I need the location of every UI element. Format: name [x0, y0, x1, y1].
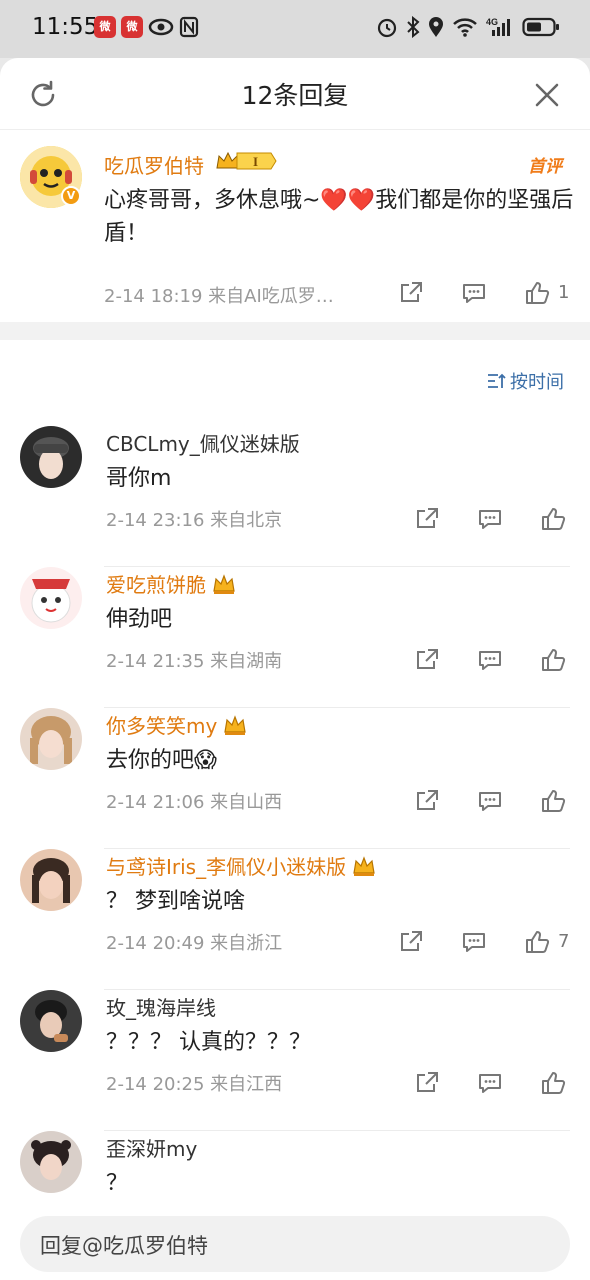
share-icon[interactable] — [414, 647, 440, 673]
like-count: 1 — [558, 282, 570, 303]
first-comment-tag: 首评 — [528, 157, 562, 177]
avatar[interactable] — [20, 849, 82, 911]
nfc-icon — [179, 16, 199, 38]
comment-icon[interactable] — [477, 506, 503, 532]
avatar[interactable] — [20, 567, 82, 629]
list-item: 爱吃煎饼脆 伸劲吧 2-14 21:35 来自湖南 — [0, 567, 590, 708]
like-icon[interactable] — [524, 280, 550, 306]
like-icon[interactable] — [540, 647, 566, 673]
weibo-notification-icon: 微 — [94, 16, 116, 38]
reply-text: ？ 梦到啥说啥 — [106, 889, 245, 914]
reply-text: ？？？ 认真的？？？ — [106, 1030, 311, 1055]
share-icon[interactable] — [414, 1070, 440, 1096]
status-time: 11:55 — [32, 14, 99, 40]
reply-meta: 2-14 20:25 来自江西 — [106, 1074, 283, 1095]
location-icon — [429, 17, 443, 37]
comment-text: 心疼哥哥，多休息哦~❤️❤️我们都是你的坚强后盾！ — [104, 188, 574, 246]
like-count: 7 — [558, 931, 570, 952]
close-icon[interactable] — [530, 78, 564, 112]
reply-meta: 2-14 21:06 来自山西 — [106, 792, 283, 813]
reply-meta: 2-14 23:16 来自北京 — [106, 510, 283, 531]
reply-input[interactable]: 回复@吃瓜罗伯特 — [20, 1216, 570, 1272]
reply-username[interactable]: 歪深妍my — [106, 1133, 197, 1162]
reply-username[interactable]: 你多笑笑my — [106, 710, 247, 739]
reply-input-placeholder: 回复@吃瓜罗伯特 — [40, 1234, 208, 1258]
list-item: 你多笑笑my 去你的吧😱 2-14 21:06 来自山西 — [0, 708, 590, 849]
status-bar: 11:55 微 微 4G — [0, 0, 590, 58]
signal-4g-icon: 4G — [486, 17, 510, 36]
share-icon[interactable] — [398, 929, 424, 955]
avatar[interactable] — [20, 708, 82, 770]
reply-username[interactable]: CBCLmy_佩仪迷妹版 — [106, 428, 300, 457]
reply-username[interactable]: 爱吃煎饼脆 — [106, 569, 236, 598]
reply-meta: 2-14 20:49 来自浙江 — [106, 933, 283, 954]
list-item: 与鸢诗Iris_李佩仪小迷妹版 ？ 梦到啥说啥 2-14 20:49 来自浙江 … — [0, 849, 590, 990]
list-item: 玫_瑰海岸线 ？？？ 认真的？？？ 2-14 20:25 来自江西 — [0, 990, 590, 1131]
notification-icons: 微 微 — [94, 16, 199, 38]
sort-by-time-button[interactable]: 按时间 — [486, 368, 564, 394]
bluetooth-icon — [407, 16, 420, 38]
reply-text: 去你的吧😱 — [106, 748, 217, 773]
share-icon[interactable] — [414, 506, 440, 532]
comment-icon[interactable] — [477, 1070, 503, 1096]
reply-meta: 2-14 21:35 来自湖南 — [106, 651, 283, 672]
comment-icon[interactable] — [461, 280, 487, 306]
comment-meta: 2-14 18:19 来自AI吃瓜罗… — [104, 286, 334, 307]
section-divider — [0, 322, 590, 340]
crown-badge-icon — [353, 856, 375, 876]
list-item: CBCLmy_佩仪迷妹版 哥你m 2-14 23:16 来自北京 — [0, 426, 590, 567]
like-icon[interactable] — [540, 506, 566, 532]
reply-username[interactable]: 玫_瑰海岸线 — [106, 992, 216, 1021]
comment-icon[interactable] — [477, 647, 503, 673]
reply-text: 哥你m — [106, 466, 172, 491]
vip-level: I — [253, 154, 258, 169]
sort-label: 按时间 — [510, 372, 564, 393]
share-icon[interactable] — [398, 280, 424, 306]
like-icon[interactable] — [540, 1070, 566, 1096]
comment-icon[interactable] — [461, 929, 487, 955]
comment-username[interactable]: 吃瓜罗伯特 — [104, 150, 204, 179]
battery-icon — [522, 17, 559, 37]
crown-badge-icon — [224, 715, 247, 735]
comment-icon[interactable] — [477, 788, 503, 814]
crown-badge-icon — [213, 574, 235, 594]
reply-text: ？ — [106, 1171, 129, 1196]
like-icon[interactable] — [540, 788, 566, 814]
avatar[interactable] — [20, 990, 82, 1052]
avatar[interactable] — [20, 1131, 82, 1193]
svg-text:4G: 4G — [486, 17, 498, 27]
reply-username[interactable]: 与鸢诗Iris_李佩仪小迷妹版 — [106, 851, 376, 880]
system-icons: 4G — [376, 16, 560, 38]
reply-text: 伸劲吧 — [106, 607, 173, 632]
alarm-icon — [377, 18, 397, 38]
eye-icon — [148, 18, 174, 36]
wifi-icon — [453, 18, 477, 37]
share-icon[interactable] — [414, 788, 440, 814]
weibo-notification-icon: 微 — [121, 16, 143, 38]
sheet-title: 12条回复 — [241, 81, 349, 110]
like-icon[interactable] — [524, 929, 550, 955]
sheet-header: 12条回复 — [0, 58, 590, 130]
avatar[interactable] — [20, 426, 82, 488]
sort-icon — [488, 373, 506, 388]
replies-sheet: 12条回复 V 吃瓜罗伯特 I 首评 心疼哥哥，多休息哦~❤️❤️我们都是你的坚… — [0, 58, 590, 1280]
vip-crown-icon: I — [216, 151, 277, 170]
verified-icon: V — [61, 186, 81, 206]
